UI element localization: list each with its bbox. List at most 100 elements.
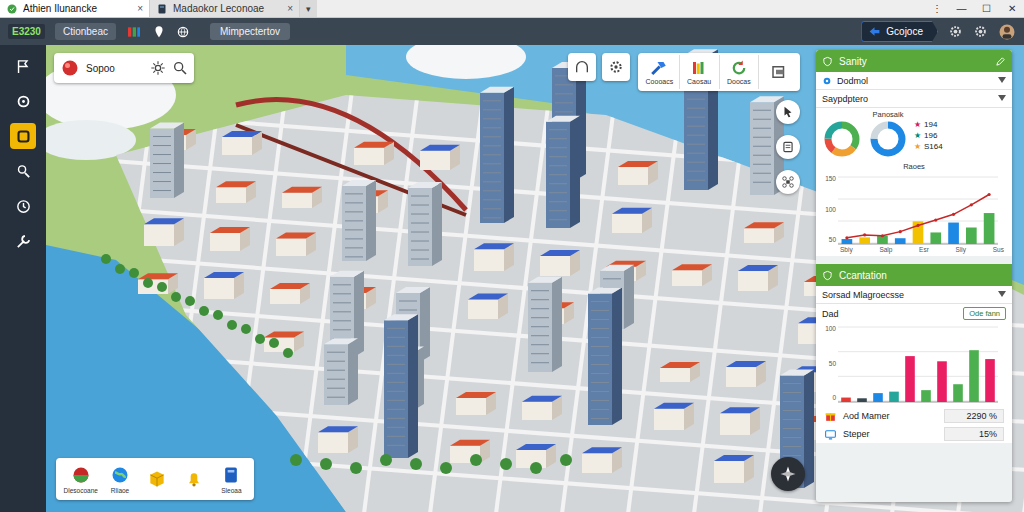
tab-menu-button[interactable]: ▾ (300, 0, 317, 17)
settings-button[interactable] (602, 53, 630, 81)
chart-bar[interactable] (930, 232, 941, 244)
dropdown-value[interactable]: Dodmol (837, 76, 868, 86)
sidebar-item[interactable] (10, 88, 36, 114)
map-view[interactable]: Sopoo CoooacsCaosauDoocas DlesocoaneRliaoe… (46, 45, 1024, 512)
line-point[interactable] (934, 218, 937, 221)
chart-bar[interactable] (895, 238, 906, 244)
chart-icon[interactable] (126, 24, 142, 40)
main-area: Sopoo CoooacsCaosauDoocas DlesocoaneRliaoe… (0, 45, 1024, 512)
row-label: Aod Mamer (843, 411, 890, 421)
close-button[interactable]: ✕ (999, 3, 1024, 14)
chart-bar[interactable] (985, 359, 995, 402)
mode-button[interactable]: Mimpectertov (210, 23, 290, 40)
ball-icon (71, 465, 91, 485)
chart-bar[interactable] (969, 350, 979, 402)
section-title: Sanity (839, 56, 867, 67)
chart-bar[interactable] (841, 398, 851, 402)
maximize-button[interactable]: ☐ (974, 3, 999, 14)
y-tick: 50 (820, 236, 836, 243)
line-point[interactable] (970, 203, 973, 206)
line-point[interactable] (863, 233, 866, 236)
chart-bar[interactable] (937, 361, 947, 402)
donut-segment[interactable] (874, 125, 902, 153)
chart-bar[interactable] (966, 228, 977, 245)
tab-label[interactable]: Athien Ilunancke (23, 3, 97, 14)
app-logo[interactable]: E3230 (8, 24, 45, 39)
donut-chart[interactable] (868, 119, 908, 159)
chart-bar[interactable] (984, 213, 995, 244)
menu-button[interactable]: Ctionbeac (55, 23, 116, 40)
chart-bar[interactable] (873, 393, 883, 402)
donut-chart[interactable] (822, 119, 862, 159)
pin-icon[interactable] (152, 25, 166, 39)
sidebar-item[interactable] (10, 193, 36, 219)
chart-bar[interactable] (857, 398, 867, 402)
search-icon[interactable] (172, 60, 188, 76)
arch-button[interactable] (568, 53, 596, 81)
chart-bar[interactable] (889, 392, 899, 402)
settings-icon[interactable] (948, 24, 963, 39)
edit-icon[interactable] (995, 56, 1006, 67)
donut-segment[interactable] (828, 125, 856, 153)
dropdown[interactable]: Sorsad Mlagroecsse (816, 286, 1012, 304)
browser-tab[interactable]: Athien Ilunancke × (0, 0, 150, 17)
inspect-icon (15, 163, 32, 180)
search-label[interactable]: Sopoo (86, 63, 115, 74)
minimize-button[interactable]: — (949, 3, 974, 14)
action-button[interactable]: Gcojoce (861, 21, 938, 42)
chart-bar[interactable] (948, 223, 959, 244)
bottom-tool[interactable]: Dlesocoane (64, 465, 98, 494)
donut-segment[interactable] (828, 125, 856, 153)
build-tool[interactable]: Doocas (720, 55, 760, 89)
bottom-tool[interactable]: Sleoaa (216, 465, 246, 494)
sidebar-item[interactable] (10, 158, 36, 184)
line-point[interactable] (916, 224, 919, 227)
chart-bar[interactable] (859, 237, 870, 244)
arch-icon (574, 59, 590, 75)
tab-close-button[interactable]: × (137, 3, 143, 14)
bottom-tool[interactable] (179, 469, 209, 489)
line-point[interactable] (881, 234, 884, 237)
tab-close-button[interactable]: × (287, 3, 293, 14)
search-card[interactable]: Sopoo (54, 53, 194, 83)
donut-segment[interactable] (828, 125, 856, 153)
chart-bar[interactable] (921, 390, 931, 402)
chevron-icon (998, 95, 1006, 102)
line-point[interactable] (952, 213, 955, 216)
map-tool-button[interactable] (776, 100, 800, 124)
map-tool-button[interactable] (776, 135, 800, 159)
chart-bar[interactable] (953, 384, 963, 402)
dropdown-value[interactable]: Sorsad Mlagroecsse (822, 290, 904, 300)
line-point[interactable] (845, 236, 848, 239)
help-icon[interactable] (973, 24, 988, 39)
compass-button[interactable] (771, 457, 805, 491)
sidebar-item[interactable] (10, 228, 36, 254)
filter-badge[interactable]: Ode fann (963, 307, 1006, 320)
map-tool-button[interactable] (776, 170, 800, 194)
orb-icon[interactable] (60, 58, 80, 78)
menu-button[interactable]: ⋮ (924, 3, 949, 14)
sidebar-item[interactable] (10, 123, 36, 149)
build-tool[interactable]: Caosau (680, 55, 720, 89)
chart-bar[interactable] (905, 356, 915, 402)
subheader[interactable]: Saypdptero (816, 90, 1012, 108)
chart-bar[interactable] (842, 239, 853, 244)
line-point[interactable] (899, 230, 902, 233)
value-row[interactable]: Steper15% (816, 425, 1012, 443)
build-tool[interactable] (759, 55, 798, 89)
value-row[interactable]: Aod Mamer2290 % (816, 407, 1012, 425)
browser-tab[interactable]: Madaokor Leconoae × (150, 0, 300, 17)
sidebar-item[interactable] (10, 53, 36, 79)
avatar-icon[interactable] (998, 23, 1016, 41)
line-point[interactable] (988, 193, 991, 196)
donut-label: Raoes (816, 161, 1012, 173)
donut-segment[interactable] (828, 125, 856, 153)
globe-icon[interactable] (176, 25, 190, 39)
sun-icon[interactable] (150, 60, 166, 76)
build-tool[interactable]: Coooacs (640, 55, 680, 89)
dropdown[interactable]: Dodmol (816, 72, 1012, 90)
tab-label[interactable]: Madaokor Leconoae (173, 3, 264, 14)
bottom-tool[interactable] (142, 469, 172, 489)
donut-segment[interactable] (874, 125, 902, 153)
bottom-tool[interactable]: Rliaoe (105, 465, 135, 494)
